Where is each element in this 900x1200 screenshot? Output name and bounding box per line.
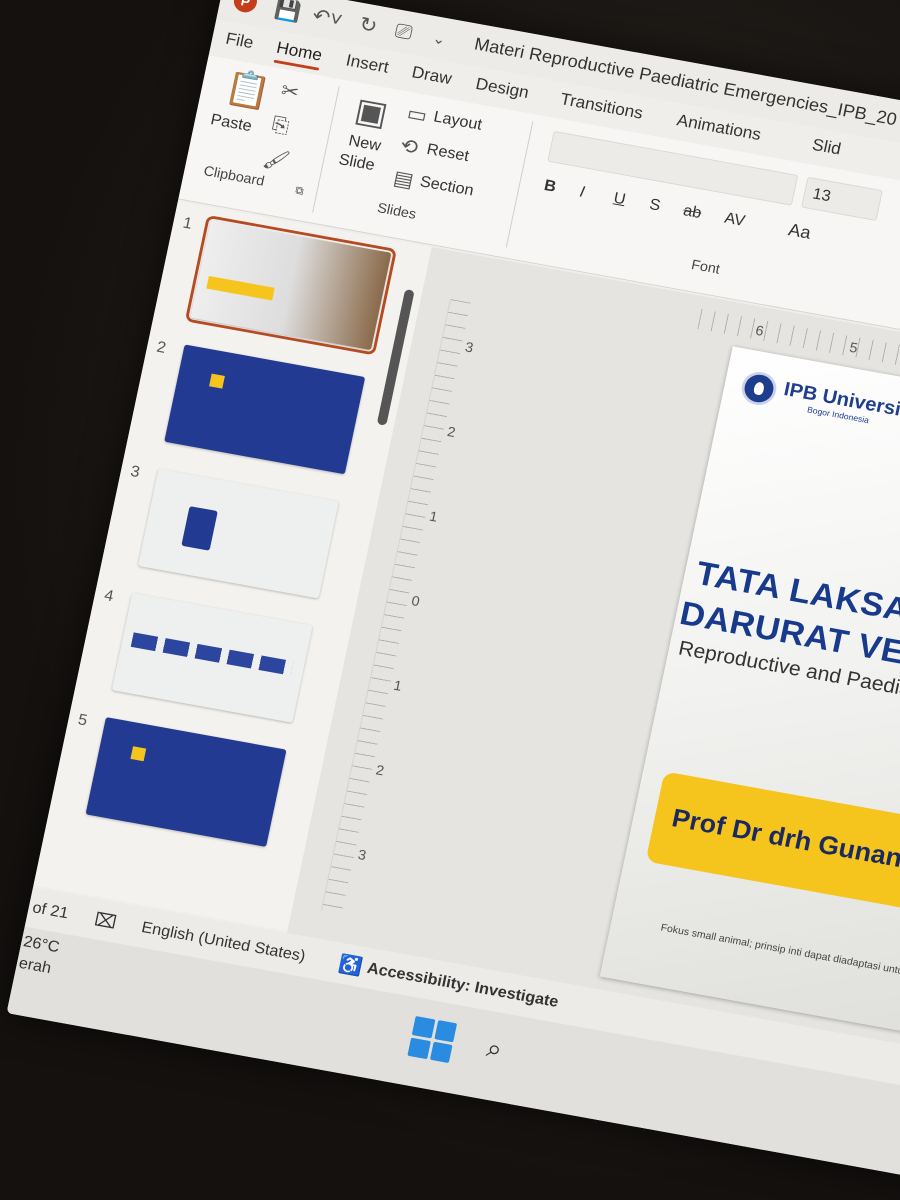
font-size-value: 13 bbox=[811, 184, 833, 205]
new-slide-icon[interactable]: ▣ bbox=[351, 90, 392, 134]
tab-home[interactable]: Home bbox=[275, 38, 324, 65]
group-divider bbox=[312, 86, 340, 213]
slide-footnote: Fokus small animal; prinsip inti dapat d… bbox=[659, 922, 900, 989]
cut-icon[interactable]: ✂ bbox=[279, 78, 301, 105]
thumbnail-number: 2 bbox=[155, 337, 168, 357]
format-painter-icon[interactable]: 🖌 bbox=[261, 146, 292, 174]
bold-button[interactable]: B bbox=[542, 176, 558, 196]
thumbnail-slide-4[interactable] bbox=[111, 592, 313, 723]
search-icon[interactable]: ⌕ bbox=[484, 1033, 505, 1065]
thumbnail-badge bbox=[130, 746, 147, 762]
dialog-launcher-icon[interactable]: ⧉ bbox=[294, 183, 305, 198]
paste-icon[interactable]: 📋 bbox=[221, 67, 274, 115]
weather-text[interactable]: erah bbox=[17, 954, 53, 978]
underline-button[interactable]: U bbox=[612, 189, 627, 209]
photo-background: P 💾 ↶˅ ↻ ⎚ ⌄ Materi Reproductive Paediat… bbox=[0, 0, 900, 1200]
thumbnail-author-bar bbox=[206, 275, 275, 301]
powerpoint-logo-icon: P bbox=[231, 0, 260, 15]
customize-chevron-icon[interactable]: ⌄ bbox=[431, 29, 447, 49]
thumbnail-number: 4 bbox=[102, 586, 116, 606]
tab-draw[interactable]: Draw bbox=[410, 63, 453, 89]
italic-button[interactable]: I bbox=[578, 183, 586, 202]
font-size-field[interactable]: 13 bbox=[801, 176, 883, 221]
thumbnail-slide-2[interactable] bbox=[164, 344, 366, 475]
ipb-seal-logo bbox=[738, 369, 780, 408]
thumbnail-number: 1 bbox=[181, 213, 194, 233]
tab-slideshow[interactable]: Slid bbox=[810, 135, 843, 159]
character-spacing-button[interactable]: AV bbox=[723, 209, 747, 231]
thumbnail-slide-3[interactable] bbox=[137, 468, 339, 599]
author-name: Prof Dr drh Gunant bbox=[669, 803, 900, 875]
thumbnail-slide-1[interactable] bbox=[185, 214, 397, 357]
save-icon[interactable]: 💾 bbox=[273, 0, 304, 25]
undo-icon[interactable]: ↶˅ bbox=[310, 4, 344, 33]
strikethrough-button[interactable]: ab bbox=[682, 201, 703, 222]
group-divider bbox=[505, 121, 534, 248]
thumbnail-slide-5[interactable] bbox=[85, 717, 287, 847]
layout-icon: ▭ bbox=[405, 101, 430, 128]
section-icon: ▤ bbox=[391, 165, 416, 192]
copy-icon[interactable]: ⎘ bbox=[270, 112, 291, 138]
tab-insert[interactable]: Insert bbox=[344, 51, 390, 78]
notes-icon[interactable]: ⌧ bbox=[92, 908, 118, 934]
powerpoint-window: P 💾 ↶˅ ↻ ⎚ ⌄ Materi Reproductive Paediat… bbox=[6, 0, 900, 1200]
reset-button[interactable]: Reset bbox=[425, 140, 470, 166]
shadow-button[interactable]: S bbox=[648, 195, 662, 215]
reset-icon: ⟲ bbox=[398, 133, 421, 160]
accessibility-icon[interactable]: ♿ bbox=[337, 952, 365, 979]
clipboard-group-label: Clipboard bbox=[202, 163, 266, 190]
thumbnail-badge bbox=[209, 373, 225, 389]
tab-design[interactable]: Design bbox=[474, 74, 530, 102]
thumbnail-number: 3 bbox=[128, 462, 142, 481]
redo-icon[interactable]: ↻ bbox=[357, 12, 379, 39]
paste-button[interactable]: Paste bbox=[209, 110, 253, 135]
font-group-label: Font bbox=[689, 257, 722, 278]
section-button[interactable]: Section bbox=[418, 172, 475, 200]
windows-start-icon[interactable] bbox=[407, 1016, 458, 1064]
slides-group-label: Slides bbox=[375, 200, 418, 223]
weather-temp[interactable]: 26°C bbox=[22, 932, 61, 956]
thumbnail-number: 5 bbox=[76, 710, 90, 730]
layout-button[interactable]: Layout bbox=[432, 108, 484, 135]
present-icon[interactable]: ⎚ bbox=[393, 19, 414, 45]
clipboard-icon bbox=[181, 506, 218, 551]
tab-file[interactable]: File bbox=[224, 29, 255, 53]
slide-counter: of 21 bbox=[30, 898, 71, 923]
change-case-button[interactable]: Aa bbox=[786, 220, 813, 244]
thumbnail-chevrons bbox=[130, 632, 294, 676]
